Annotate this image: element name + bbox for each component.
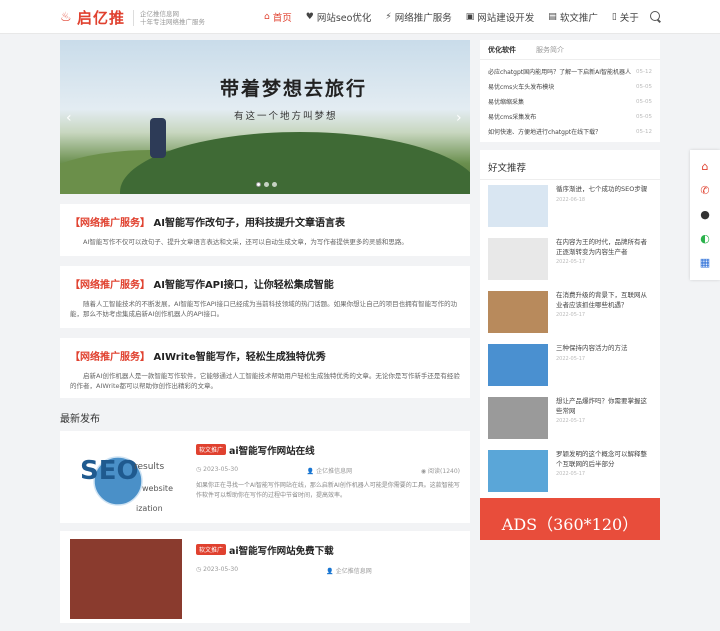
nav-seo[interactable]: ♥ 网站seo优化 <box>306 10 372 24</box>
post-author[interactable]: 👤 企亿推信息网 <box>307 466 352 475</box>
post-date: ◷ 2023-05-30 <box>196 566 239 573</box>
rec-thumbnail[interactable] <box>488 238 548 280</box>
slide-title: 带着梦想去旅行 <box>220 78 368 100</box>
post-excerpt: 随着人工智能技术的不断发展，AI智能写作API接口已经成为当前科技领域的热门话题… <box>70 300 458 318</box>
list-item[interactable]: 在内容为王的时代，品牌所有者正逐渐转变为内容生产者 2022-05-17 <box>480 233 660 286</box>
post-excerpt: 如果你正在寻找一个AI智能写作网站在线，那么启新AI创作机器人可能是你需要的工具… <box>196 482 460 499</box>
post-title[interactable]: AI智能写作改句子，用科技提升文章语言表 <box>153 218 344 229</box>
top-navbar: ♨ 启亿推 企亿推信息网 十年专注网络推广服务 ⌂ 首页 ♥ 网站seo优化 ⚡ 网络… <box>0 0 720 34</box>
post-date: ◷ 2023-05-30 <box>196 466 239 473</box>
svg-text:ization: ization <box>136 504 163 513</box>
post-excerpt: 启新AI创作机器人是一款智能写作软件，它能够通过人工智能技术帮助用户轻松生成独特… <box>70 372 460 390</box>
next-arrow-icon[interactable]: › <box>456 110 462 126</box>
slider-dot[interactable] <box>272 182 277 187</box>
list-item[interactable]: 易优缩缩采集 05-05 <box>488 94 652 109</box>
list-item[interactable]: 如何快速、方便地进行chatgpt在线下载？ 05-12 <box>488 124 652 139</box>
rec-thumbnail[interactable] <box>488 397 548 439</box>
main-nav: ⌂ 首页 ♥ 网站seo优化 ⚡ 网络推广服务 ▣ 网站建设开发 ▤ 软文推广 ▯ 关于 <box>264 0 653 34</box>
list-item[interactable]: 循序渐进，七个成功的SEO步骤 2022-06-18 <box>480 180 660 233</box>
recommend-heading: 好文推荐 <box>480 150 660 180</box>
nav-about[interactable]: ▯ 关于 <box>612 10 639 24</box>
svg-text:SEO: SEO <box>80 456 139 486</box>
svg-text:website: website <box>142 484 173 493</box>
home-icon[interactable]: ⌂ <box>699 161 711 173</box>
list-item[interactable]: 在消费升级的背景下，互联网从业者应该抓住哪些机遇？ 2022-05-17 <box>480 286 660 339</box>
money-icon: ▤ <box>548 12 557 22</box>
plug-icon: ⚡ <box>385 12 392 22</box>
window-icon: ▣ <box>465 12 475 22</box>
rec-thumbnail[interactable] <box>488 344 548 386</box>
list-item[interactable]: 想让产品爆炸吗？你需要掌握这些常网 2022-05-17 <box>480 392 660 445</box>
seo-thumbnail[interactable]: SEO results website ization <box>70 439 182 519</box>
site-logo[interactable]: ♨ 启亿推 企亿推信息网 十年专注网络推广服务 <box>60 7 205 28</box>
heart-icon: ♥ <box>305 12 314 22</box>
phone-icon[interactable]: ✆ <box>699 185 711 197</box>
ad-banner[interactable]: ADS（360*120） <box>480 498 660 540</box>
featured-post[interactable]: 【网络推广服务】 AIWrite智能写作，轻松生成独特优秀 启新AI创作机器人是… <box>60 338 470 398</box>
rec-thumbnail[interactable] <box>488 450 548 492</box>
post-excerpt: AI智能写作不仅可以改句子、提升文章语言表达和文采，还可以自动生成文章，为写作者… <box>83 238 408 246</box>
post-title[interactable]: ai智能写作网站在线 <box>229 446 315 457</box>
slider-dot[interactable] <box>256 182 261 187</box>
tab-software[interactable]: 优化软件 <box>488 45 516 55</box>
float-toolbar: ⌂ ✆ ● ◐ ▦ <box>690 150 720 280</box>
list-item[interactable]: 罗颖发明的这个概念可以解释整个互联网的后半部分 2022-05-17 <box>480 445 660 498</box>
prev-arrow-icon[interactable]: ‹ <box>66 110 72 126</box>
recommend-box: 好文推荐 循序渐进，七个成功的SEO步骤 2022-06-18 在内容为王的时代，… <box>480 150 660 498</box>
hero-slider[interactable]: 带着梦想去旅行 有这一个地方叫梦想 ‹ › <box>60 40 470 194</box>
nav-home[interactable]: ⌂ 首页 <box>264 10 292 24</box>
slider-dot[interactable] <box>264 182 269 187</box>
wechat-icon[interactable]: ◐ <box>699 233 711 245</box>
svg-text:results: results <box>134 462 164 472</box>
featured-post[interactable]: 【网络推广服务】 AI智能写作API接口，让你轻松集成智能 随着人工智能技术的不… <box>60 266 470 328</box>
software-news-box: 优化软件 服务简介 必应chatgpt国内能用吗？了解一下启新AI智能机器人 05… <box>480 40 660 142</box>
main-column: 带着梦想去旅行 有这一个地方叫梦想 ‹ › 【网络推广服务】 AI智能写作改句子… <box>60 40 470 631</box>
latest-heading: 最新发布 <box>60 414 100 425</box>
rec-thumbnail[interactable] <box>488 185 548 227</box>
sidebar: 优化软件 服务简介 必应chatgpt国内能用吗？了解一下启新AI智能机器人 05… <box>480 40 660 498</box>
post-thumbnail[interactable] <box>70 539 182 619</box>
nav-web-dev[interactable]: ▣ 网站建设开发 <box>466 10 535 24</box>
post-title[interactable]: ai智能写作网站免费下载 <box>229 546 334 557</box>
book-icon: ▯ <box>611 12 617 22</box>
category-badge[interactable]: 软文推广 <box>196 444 227 455</box>
home-icon: ⌂ <box>264 12 270 22</box>
slide-subtitle: 有这一个地方叫梦想 <box>234 111 338 122</box>
nav-promotion[interactable]: ⚡ 网络推广服务 <box>385 10 451 24</box>
slider-dots <box>256 182 277 187</box>
post-author[interactable]: 👤 企亿推信息网 <box>326 566 371 575</box>
search-icon[interactable] <box>650 11 660 21</box>
rec-thumbnail[interactable] <box>488 291 548 333</box>
list-item[interactable]: 易优cms采集发布 05-05 <box>488 109 652 124</box>
qq-icon[interactable]: ● <box>699 209 711 221</box>
hiker-figure <box>150 118 166 158</box>
brand-tagline: 企亿推信息网 十年专注网络推广服务 <box>133 9 205 26</box>
post-meta: ◷ 2023-05-30 👤 企亿推信息网 ◉ 阅读(1240) <box>196 466 460 475</box>
post-title[interactable]: AI智能写作API接口，让你轻松集成智能 <box>153 280 333 291</box>
list-item[interactable]: 易优cms火车头发布模块 05-05 <box>488 79 652 94</box>
post-title[interactable]: AIWrite智能写作，轻松生成独特优秀 <box>153 352 325 363</box>
featured-post[interactable]: 【网络推广服务】 AI智能写作改句子，用科技提升文章语言表 AI智能写作不仅可以… <box>60 204 470 256</box>
flame-icon: ♨ <box>60 9 72 25</box>
post-reads: ◉ 阅读(1240) <box>420 468 460 475</box>
list-item[interactable]: 软文推广 ai智能写作网站免费下载 ◷ 2023-05-30 👤 企亿推信息网 <box>60 531 470 623</box>
category-badge[interactable]: 软文推广 <box>196 544 227 555</box>
list-item[interactable]: 三种保持内容活力的方法 2022-05-17 <box>480 339 660 392</box>
list-item[interactable]: SEO results website ization 软文推广 ai智能写作网站… <box>60 431 470 523</box>
post-meta: ◷ 2023-05-30 👤 企亿推信息网 <box>196 566 460 575</box>
tab-services[interactable]: 服务简介 <box>536 45 564 55</box>
list-item[interactable]: 必应chatgpt国内能用吗？了解一下启新AI智能机器人 05-12 <box>488 64 652 79</box>
nav-soft-article[interactable]: ▤ 软文推广 <box>548 10 598 24</box>
brand-name: 启亿推 <box>77 9 126 27</box>
qrcode-icon[interactable]: ▦ <box>699 257 711 269</box>
